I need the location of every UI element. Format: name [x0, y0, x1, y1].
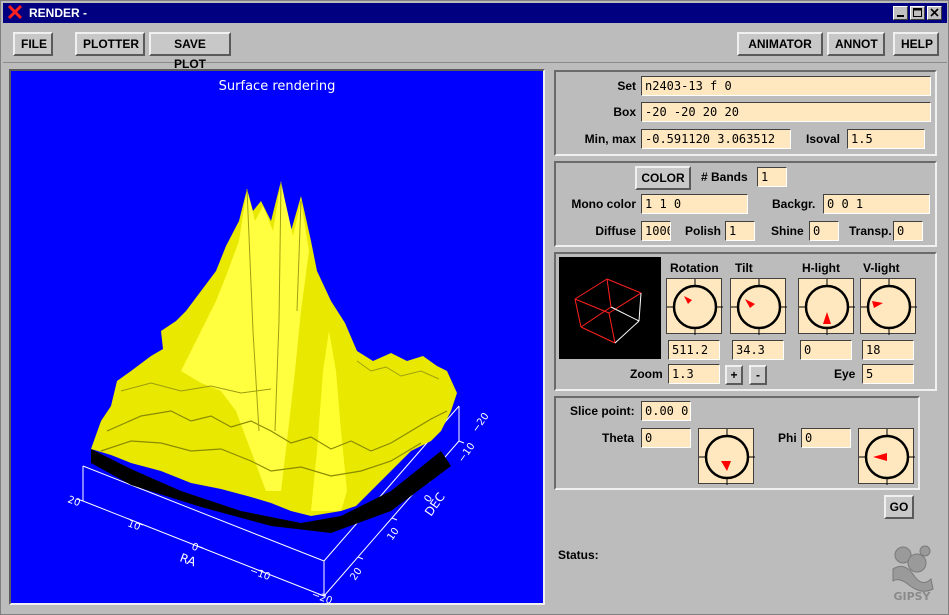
tilt-dial-icon — [731, 279, 787, 335]
ra-tick-label: −10 — [248, 565, 272, 583]
minimize-button[interactable] — [893, 6, 908, 20]
theta-dial-icon — [699, 429, 755, 485]
plot-title: Surface rendering — [219, 79, 336, 94]
gipsy-logo-text: GIPSY — [893, 590, 931, 603]
animator-button[interactable]: ANIMATOR — [737, 32, 823, 56]
window-title: RENDER - — [29, 6, 88, 20]
go-button[interactable]: GO — [884, 495, 914, 519]
gipsy-logo: GIPSY — [885, 541, 939, 603]
dec-tick-label: 20 — [348, 566, 364, 583]
plot-canvas[interactable]: Surface rendering 20 10 0 −10 −20 20 10 … — [9, 69, 545, 605]
help-button[interactable]: HELP — [893, 32, 939, 56]
backgr-label: Backgr. — [772, 197, 816, 211]
tilt-input[interactable]: 34.3 — [732, 340, 784, 360]
shine-label: Shine — [771, 224, 804, 238]
set-label: Set — [617, 79, 636, 93]
minimize-icon — [897, 15, 904, 17]
isoval-label: Isoval — [806, 132, 841, 146]
ra-tick-label: 10 — [126, 518, 142, 533]
polish-label: Polish — [685, 224, 722, 238]
vlight-input[interactable]: 18 — [862, 340, 914, 360]
status-label: Status: — [558, 548, 599, 562]
hlight-dial[interactable] — [798, 278, 855, 335]
slice-point-input[interactable]: 0.00 0 — [641, 401, 691, 421]
rotation-dial-icon — [667, 279, 723, 335]
annot-button[interactable]: ANNOT — [827, 32, 885, 56]
phi-dial-icon — [859, 429, 915, 485]
ra-tick-label: 20 — [66, 494, 82, 509]
box-input[interactable]: -20 -20 20 20 — [641, 102, 931, 122]
polish-input[interactable]: 1 — [725, 221, 755, 241]
rotation-input[interactable]: 511.2 — [668, 340, 720, 360]
close-icon — [930, 8, 939, 17]
gipsy-logo-icon: GIPSY — [892, 545, 934, 603]
theta-label: Theta — [602, 431, 635, 445]
zoom-input[interactable]: 1.3 — [668, 364, 720, 384]
bands-input[interactable]: 1 — [757, 167, 787, 187]
bands-label: # Bands — [701, 170, 748, 184]
shine-input[interactable]: 0 — [809, 221, 839, 241]
tilt-label: Tilt — [735, 261, 753, 275]
box-label: Box — [613, 105, 636, 119]
dec-tick-label: 10 — [385, 526, 401, 543]
rotation-label: Rotation — [670, 261, 719, 275]
plotter-button[interactable]: PLOTTER — [75, 32, 145, 56]
title-bar[interactable]: RENDER - — [3, 3, 947, 23]
rotation-dial[interactable] — [666, 278, 723, 335]
render-window: RENDER - FILE PLOTTER SAVE PLOT ANIMATOR… — [0, 0, 949, 615]
set-input[interactable]: n2403-13 f 0 — [641, 76, 931, 96]
dec-tick-label: −20 — [470, 411, 491, 435]
orientation-cube-preview — [559, 257, 661, 359]
zoom-label: Zoom — [630, 367, 663, 381]
isoval-input[interactable]: 1.5 — [847, 129, 925, 149]
eye-input[interactable]: 5 — [862, 364, 914, 384]
hlight-input[interactable]: 0 — [800, 340, 852, 360]
mono-color-label: Mono color — [571, 197, 636, 211]
vlight-dial-icon — [861, 279, 917, 335]
file-button[interactable]: FILE — [13, 32, 53, 56]
rendered-surface — [91, 181, 457, 516]
slice-point-label: Slice point: — [570, 404, 635, 418]
maximize-button[interactable] — [910, 6, 925, 20]
theta-input[interactable]: 0 — [641, 428, 691, 448]
vlight-label: V-light — [863, 261, 900, 275]
surface-plot: Surface rendering 20 10 0 −10 −20 20 10 … — [66, 79, 492, 603]
ra-tick-label: −20 — [310, 589, 334, 603]
minmax-label: Min, max — [584, 132, 636, 146]
maximize-icon — [913, 8, 922, 17]
close-button[interactable] — [927, 6, 942, 20]
minmax-field: -0.591120 3.063512 — [641, 129, 791, 149]
save-plot-button[interactable]: SAVE PLOT — [149, 32, 231, 71]
zoom-minus-button[interactable]: - — [749, 365, 767, 385]
cube-icon — [574, 278, 642, 344]
phi-label: Phi — [778, 431, 797, 445]
hlight-label: H-light — [802, 261, 840, 275]
mono-color-input[interactable]: 1 1 0 — [641, 194, 748, 214]
backgr-input[interactable]: 0 0 1 — [823, 194, 930, 214]
diffuse-input[interactable]: 1000 — [641, 221, 671, 241]
transp-label: Transp. — [849, 224, 892, 238]
zoom-plus-button[interactable]: + — [725, 365, 743, 385]
diffuse-label: Diffuse — [595, 224, 636, 238]
tilt-dial[interactable] — [730, 278, 787, 335]
eye-label: Eye — [834, 367, 856, 381]
vlight-dial[interactable] — [860, 278, 917, 335]
phi-input[interactable]: 0 — [801, 428, 851, 448]
x-logo-icon — [7, 4, 23, 20]
dec-tick-label: −10 — [456, 441, 477, 465]
menu-bar: FILE PLOTTER SAVE PLOT ANIMATOR ANNOT HE… — [3, 25, 947, 71]
hlight-dial-icon — [799, 279, 855, 335]
theta-dial[interactable] — [698, 428, 755, 485]
phi-dial[interactable] — [858, 428, 915, 485]
transp-input[interactable]: 0 — [893, 221, 923, 241]
color-button[interactable]: COLOR — [635, 166, 691, 190]
